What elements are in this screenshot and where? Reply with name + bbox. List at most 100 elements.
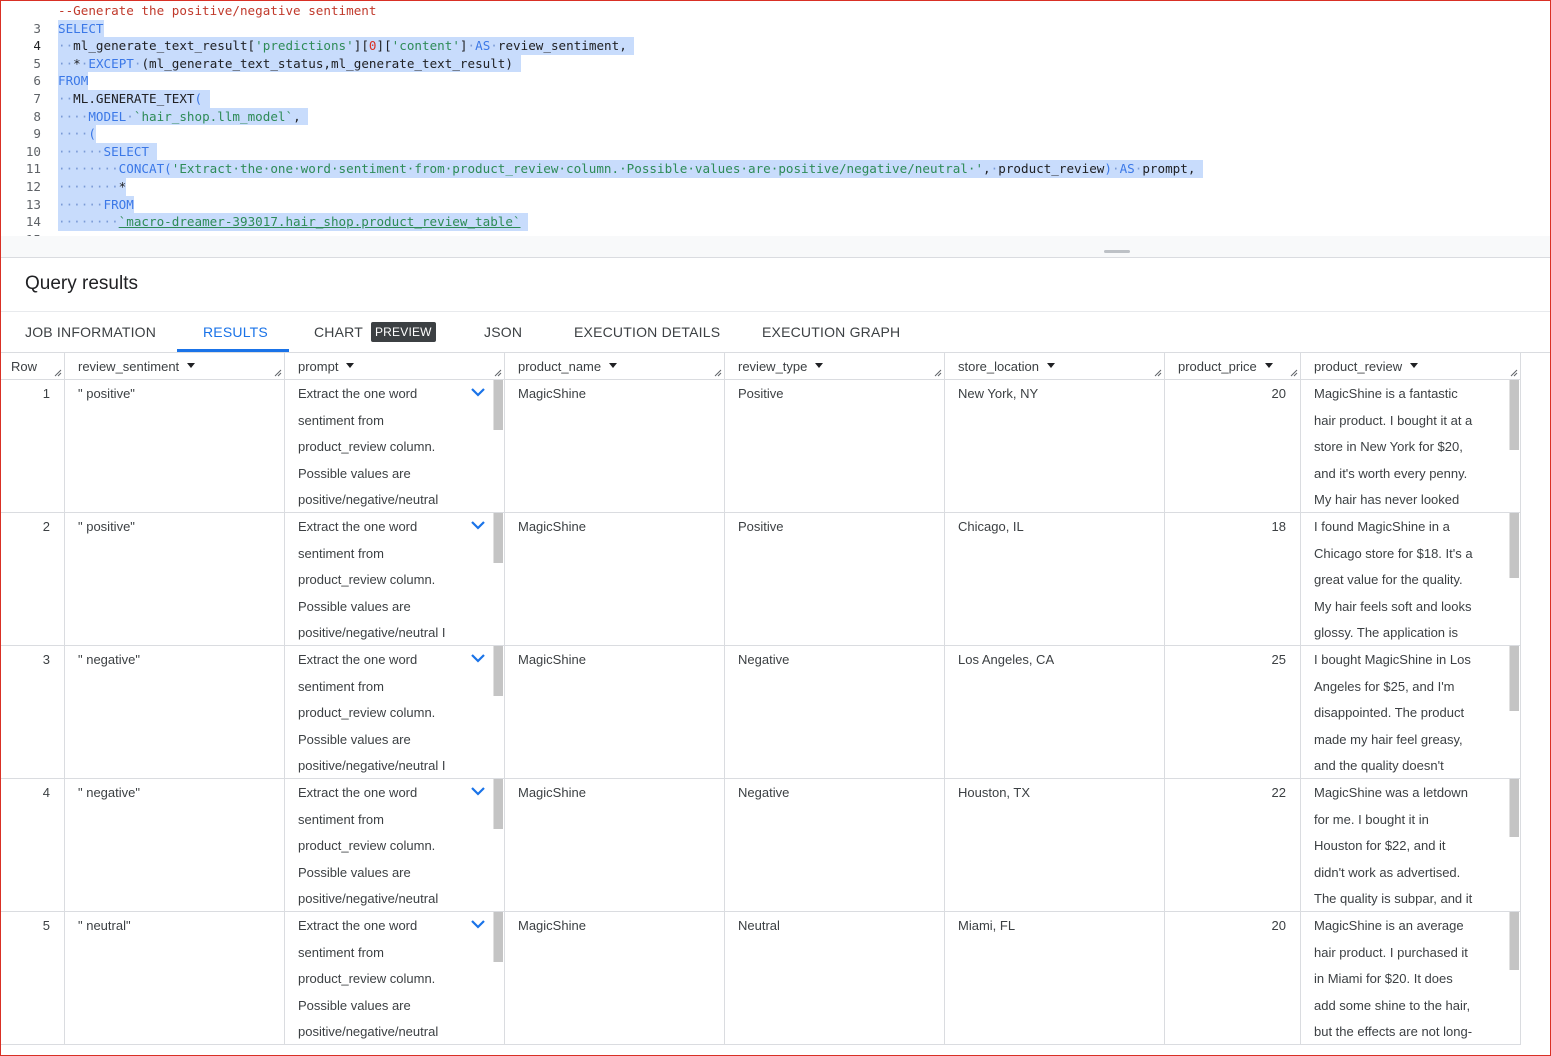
cell-store-location[interactable]: New York, NY xyxy=(945,380,1165,512)
cell-review-sentiment[interactable]: " negative" xyxy=(65,779,285,911)
column-header-product-price[interactable]: product_price xyxy=(1165,353,1301,380)
column-header-store-location[interactable]: store_location xyxy=(945,353,1165,380)
cell-review-type[interactable]: Negative xyxy=(725,779,945,911)
code-line-5: ··ml_generate_text_result['predictions']… xyxy=(58,37,635,55)
cell-review-type[interactable]: Neutral xyxy=(725,912,945,1044)
cell-scrollbar[interactable] xyxy=(493,513,503,563)
cell-store-location[interactable]: Houston, TX xyxy=(945,779,1165,911)
cell-scrollbar[interactable] xyxy=(1509,380,1519,450)
cell-review-type[interactable]: Positive xyxy=(725,513,945,645)
cell-prompt[interactable]: Extract the one word sentiment from prod… xyxy=(285,912,505,1044)
table-row[interactable]: 5 " neutral" Extract the one word sentim… xyxy=(1,912,1521,1045)
column-header-prompt[interactable]: prompt xyxy=(285,353,505,380)
table-row[interactable]: 2 " positive" Extract the one word senti… xyxy=(1,513,1521,646)
code-line-6: ··*·EXCEPT·(ml_generate_text_status,ml_g… xyxy=(58,54,521,73)
cell-scrollbar[interactable] xyxy=(1509,912,1519,970)
cell-scrollbar[interactable] xyxy=(493,380,503,430)
divider xyxy=(1,257,1550,258)
resize-grip-icon[interactable] xyxy=(714,369,722,377)
cell-review-sentiment[interactable]: " positive" xyxy=(65,380,285,512)
tab-job-information[interactable]: JOB INFORMATION xyxy=(25,312,156,352)
sort-caret-icon[interactable] xyxy=(1264,363,1273,369)
resize-grip-icon[interactable] xyxy=(494,369,502,377)
cell-scrollbar[interactable] xyxy=(493,912,503,962)
cell-review-type[interactable]: Positive xyxy=(725,380,945,512)
cell-product-review[interactable]: I found MagicShine in a Chicago store fo… xyxy=(1301,513,1521,645)
cell-product-name[interactable]: MagicShine xyxy=(505,513,725,645)
table-row[interactable]: 4 " negative" Extract the one word senti… xyxy=(1,779,1521,912)
cell-product-price[interactable]: 22 xyxy=(1165,779,1301,911)
cell-product-review[interactable]: MagicShine is an average hair product. I… xyxy=(1301,912,1521,1044)
cell-line: positive/negative/neutral I xyxy=(298,758,446,773)
column-header-product-review[interactable]: product_review xyxy=(1301,353,1521,380)
cell-store-location[interactable]: Miami, FL xyxy=(945,912,1165,1044)
resize-grip-icon[interactable] xyxy=(1290,369,1298,377)
cell-review-type[interactable]: Negative xyxy=(725,646,945,778)
cell-product-price[interactable]: 20 xyxy=(1165,380,1301,512)
cell-product-review[interactable]: I bought MagicShine in Los Angeles for $… xyxy=(1301,646,1521,778)
cell-line: product_review column. xyxy=(298,971,436,986)
sql-editor[interactable]: 3 --Generate the positive/negative senti… xyxy=(1,1,1550,236)
resize-grip-icon[interactable] xyxy=(54,369,62,377)
expand-chevron-icon[interactable] xyxy=(470,785,486,797)
tab-execution-graph[interactable]: EXECUTION GRAPH xyxy=(762,312,900,352)
resize-grip-icon[interactable] xyxy=(1154,369,1162,377)
table-row[interactable]: 3 " negative" Extract the one word senti… xyxy=(1,646,1521,779)
cell-product-review[interactable]: MagicShine is a fantastic hair product. … xyxy=(1301,380,1521,512)
cell-scrollbar[interactable] xyxy=(493,646,503,696)
cell-store-location[interactable]: Chicago, IL xyxy=(945,513,1165,645)
cell-line: Angeles for $25, and I'm xyxy=(1314,678,1455,694)
expand-chevron-icon[interactable] xyxy=(470,386,486,398)
cell-product-review[interactable]: MagicShine was a letdown for me. I bough… xyxy=(1301,779,1521,911)
expand-chevron-icon[interactable] xyxy=(470,519,486,531)
cell-scrollbar[interactable] xyxy=(1509,646,1519,711)
cell-store-location[interactable]: Los Angeles, CA xyxy=(945,646,1165,778)
cell-line: Extract the one word xyxy=(298,785,418,800)
cell-scrollbar[interactable] xyxy=(493,779,503,829)
cell-line: Possible values are xyxy=(298,465,411,481)
column-header-review-type[interactable]: review_type xyxy=(725,353,945,380)
cell-product-price[interactable]: 25 xyxy=(1165,646,1301,778)
sort-caret-icon[interactable] xyxy=(187,363,196,369)
resize-grip-icon[interactable] xyxy=(934,369,942,377)
sort-caret-icon[interactable] xyxy=(609,363,618,369)
cell-review-sentiment[interactable]: " negative" xyxy=(65,646,285,778)
cell-scrollbar[interactable] xyxy=(1509,779,1519,837)
cell-product-name[interactable]: MagicShine xyxy=(505,646,725,778)
cell-review-sentiment[interactable]: " positive" xyxy=(65,513,285,645)
cell-product-name[interactable]: MagicShine xyxy=(505,779,725,911)
code-line-15: ········`macro-dreamer-393017.hair_shop.… xyxy=(58,213,529,231)
cell-line: product_review column. xyxy=(298,838,436,853)
code-line-13: ········* xyxy=(58,178,127,196)
cell-line: Possible values are xyxy=(298,598,411,614)
column-header-product-name[interactable]: product_name xyxy=(505,353,725,380)
sort-caret-icon[interactable] xyxy=(1046,363,1055,369)
sort-caret-icon[interactable] xyxy=(346,363,355,369)
tab-results[interactable]: RESULTS xyxy=(203,312,268,352)
table-row[interactable]: 1 " positive" Extract the one word senti… xyxy=(1,380,1521,513)
cell-prompt[interactable]: Extract the one word sentiment from prod… xyxy=(285,646,505,778)
cell-product-name[interactable]: MagicShine xyxy=(505,380,725,512)
cell-line: product_review column. xyxy=(298,705,436,720)
cell-product-price[interactable]: 20 xyxy=(1165,912,1301,1044)
cell-prompt[interactable]: Extract the one word sentiment from prod… xyxy=(285,779,505,911)
resize-grip-icon[interactable] xyxy=(1510,369,1518,377)
column-header-row[interactable]: Row xyxy=(1,353,65,380)
cell-scrollbar[interactable] xyxy=(1509,513,1519,578)
column-header-review-sentiment[interactable]: review_sentiment xyxy=(65,353,285,380)
cell-prompt[interactable]: Extract the one word sentiment from prod… xyxy=(285,380,505,512)
expand-chevron-icon[interactable] xyxy=(470,918,486,930)
cell-review-sentiment[interactable]: " neutral" xyxy=(65,912,285,1044)
expand-chevron-icon[interactable] xyxy=(470,652,486,664)
cell-product-name[interactable]: MagicShine xyxy=(505,912,725,1044)
sort-caret-icon[interactable] xyxy=(1410,363,1419,369)
results-tabs: JOB INFORMATION RESULTS CHART PREVIEW JSO… xyxy=(1,312,1550,352)
sort-caret-icon[interactable] xyxy=(815,363,824,369)
tab-execution-details[interactable]: EXECUTION DETAILS xyxy=(574,312,720,352)
resize-handle[interactable] xyxy=(1104,250,1130,253)
cell-product-price[interactable]: 18 xyxy=(1165,513,1301,645)
tab-json[interactable]: JSON xyxy=(484,312,522,352)
cell-prompt[interactable]: Extract the one word sentiment from prod… xyxy=(285,513,505,645)
tab-chart[interactable]: CHART PREVIEW xyxy=(314,312,436,352)
resize-grip-icon[interactable] xyxy=(274,369,282,377)
